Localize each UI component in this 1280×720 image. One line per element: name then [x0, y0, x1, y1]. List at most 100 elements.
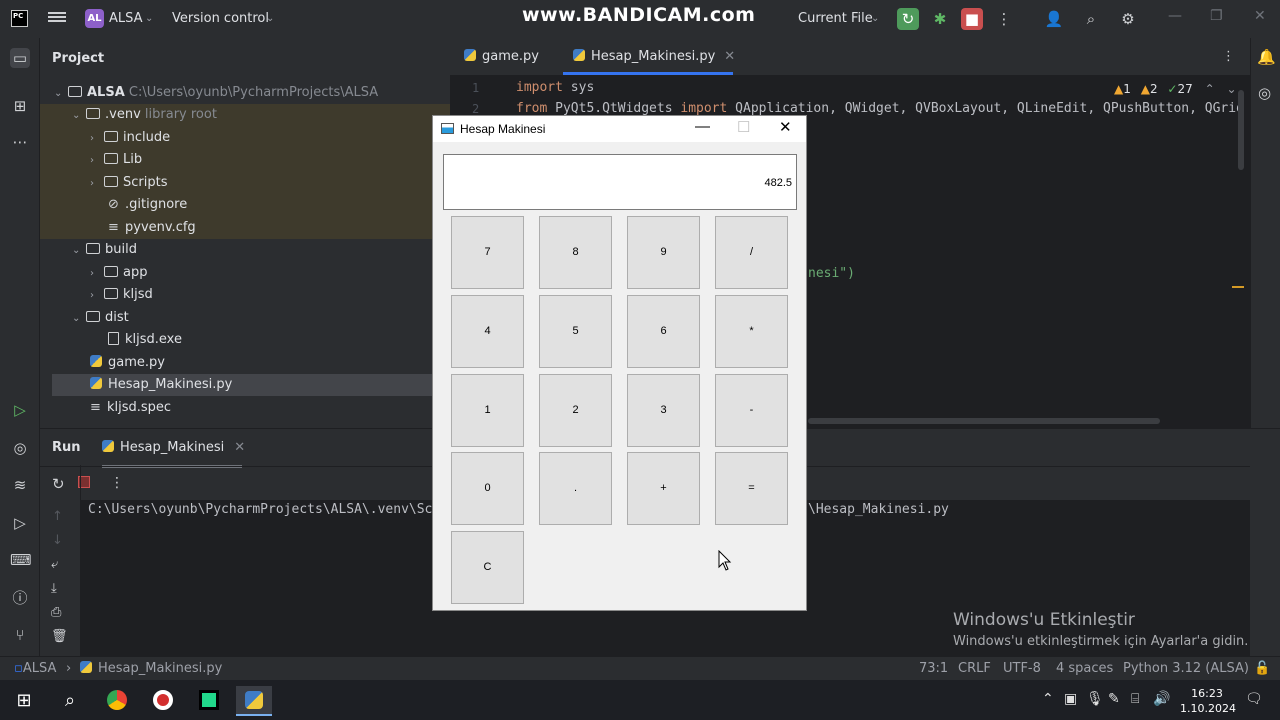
pycharm-taskbar-icon[interactable]: [191, 686, 227, 716]
tree-item[interactable]: › include: [90, 127, 170, 149]
scroll-to-end-icon[interactable]: ⤓: [51, 581, 57, 596]
tree-item[interactable]: ≡ pyvenv.cfg: [108, 217, 196, 239]
microphone-icon[interactable]: 🎙: [1086, 691, 1104, 707]
project-badge[interactable]: AL: [85, 9, 104, 28]
add-user-icon[interactable]: 👤: [1043, 8, 1065, 30]
chevron-up-icon[interactable]: ⌃: [1205, 82, 1215, 96]
project-panel-title[interactable]: Project: [52, 51, 104, 66]
more-icon[interactable]: ⋮: [110, 475, 124, 491]
tab-close-icon[interactable]: ✕: [234, 440, 245, 455]
search-icon[interactable]: ⌕: [1080, 8, 1102, 30]
tree-venv[interactable]: ⌄ .venv library root: [72, 104, 217, 126]
tree-item[interactable]: › app: [90, 262, 147, 284]
tab-game[interactable]: game.py: [464, 49, 539, 64]
stop-icon[interactable]: ■: [961, 8, 983, 30]
terminal-icon[interactable]: ⌨: [10, 550, 32, 570]
tree-root[interactable]: ⌄ ALSA C:\Users\oyunb\PycharmProjects\ALS…: [54, 82, 378, 104]
editor-vertical-scrollbar[interactable]: [1238, 90, 1244, 170]
run-panel-title[interactable]: Run: [52, 440, 81, 455]
structure-icon[interactable]: ⊞: [10, 96, 30, 116]
maximize-icon[interactable]: ☐: [737, 118, 750, 136]
notification-center-icon[interactable]: 🗨: [1245, 691, 1263, 707]
cursor-position[interactable]: 73:1: [919, 661, 948, 676]
file-encoding[interactable]: UTF-8: [1003, 661, 1041, 676]
close-icon[interactable]: ✕: [1254, 8, 1266, 24]
tree-item[interactable]: › kljsd: [90, 284, 153, 306]
button-9[interactable]: 9: [627, 216, 700, 289]
tab-options-icon[interactable]: ⋮: [1222, 49, 1235, 64]
chevron-down-icon[interactable]: ⌄: [871, 13, 879, 24]
layers-icon[interactable]: ≋: [10, 475, 30, 495]
run-tab[interactable]: Hesap_Makinesi ✕: [102, 440, 245, 455]
project-name[interactable]: ALSA: [109, 11, 143, 26]
rerun-icon[interactable]: ↻: [897, 8, 919, 30]
tree-item[interactable]: kljsd.exe: [108, 329, 182, 351]
main-menu-icon[interactable]: [48, 10, 66, 26]
run-output-right[interactable]: \Hesap_Makinesi.py: [808, 502, 949, 517]
trash-icon[interactable]: 🗑: [51, 629, 68, 644]
interpreter-selector[interactable]: Python 3.12 (ALSA): [1123, 661, 1249, 676]
button-divide[interactable]: /: [715, 216, 788, 289]
close-icon[interactable]: ✕: [779, 118, 792, 136]
inspection-widget[interactable]: ▲1 ▲2 ✓27 ⌃ ⌄: [1114, 82, 1237, 96]
code-line-1[interactable]: import sys: [516, 80, 594, 95]
run-output-left[interactable]: C:\Users\oyunb\PycharmProjects\ALSA\.ven…: [88, 502, 448, 517]
notifications-icon[interactable]: 🔔: [1257, 48, 1276, 66]
button-add[interactable]: +: [627, 452, 700, 525]
rerun-icon[interactable]: ↻: [52, 475, 65, 493]
minimize-icon[interactable]: —: [695, 118, 710, 135]
search-icon[interactable]: ⌕: [52, 686, 88, 716]
tree-item[interactable]: ≡ kljsd.spec: [90, 397, 171, 419]
print-icon[interactable]: ⎙: [51, 605, 61, 620]
problems-icon[interactable]: ⓘ: [10, 588, 30, 608]
minimize-icon[interactable]: —: [1168, 8, 1182, 24]
settings-gear-icon[interactable]: ⚙: [1117, 8, 1139, 30]
button-multiply[interactable]: *: [715, 295, 788, 368]
button-4[interactable]: 4: [451, 295, 524, 368]
run-config-selector[interactable]: Current File: [798, 11, 873, 26]
tab-hesap-makinesi[interactable]: Hesap_Makinesi.py ✕: [573, 49, 735, 64]
more-tools-icon[interactable]: ⋯: [10, 132, 30, 152]
python-console-icon[interactable]: ◎: [10, 438, 30, 458]
button-6[interactable]: 6: [627, 295, 700, 368]
tree-item[interactable]: ⊘ .gitignore: [108, 194, 187, 216]
volume-icon[interactable]: 🔊: [1153, 691, 1170, 707]
soft-wrap-icon[interactable]: ⤶: [51, 557, 58, 572]
chevron-down-icon[interactable]: ⌄: [266, 13, 274, 24]
calculator-title-bar[interactable]: Hesap Makinesi — ☐ ✕: [433, 116, 806, 142]
button-subtract[interactable]: -: [715, 374, 788, 447]
button-8[interactable]: 8: [539, 216, 612, 289]
code-fragment[interactable]: nesi"): [808, 266, 855, 281]
button-3[interactable]: 3: [627, 374, 700, 447]
tree-item[interactable]: ⌄ dist: [72, 307, 129, 329]
network-icon[interactable]: ⌸: [1131, 691, 1139, 707]
button-2[interactable]: 2: [539, 374, 612, 447]
breadcrumb-file[interactable]: Hesap_Makinesi.py: [80, 661, 222, 676]
services-icon[interactable]: ▷: [10, 513, 30, 533]
tree-item[interactable]: game.py: [90, 352, 165, 374]
chevron-down-icon[interactable]: ⌄: [1226, 82, 1236, 96]
button-7[interactable]: 7: [451, 216, 524, 289]
run-tool-icon[interactable]: ▷: [10, 400, 30, 420]
chrome-icon[interactable]: [99, 686, 135, 716]
windows-start-icon[interactable]: ⊞: [6, 686, 42, 716]
button-equals[interactable]: =: [715, 452, 788, 525]
tray-overflow-icon[interactable]: ⌃: [1042, 691, 1054, 707]
calculator-display[interactable]: 482.5: [443, 154, 797, 210]
button-decimal[interactable]: .: [539, 452, 612, 525]
clock[interactable]: 16:23 1.10.2024: [1180, 686, 1236, 716]
bandicam-icon[interactable]: [145, 686, 181, 716]
breadcrumb-project[interactable]: ▫ALSA: [14, 661, 56, 676]
maximize-icon[interactable]: ❐: [1210, 8, 1223, 24]
python-app-taskbar-icon[interactable]: [236, 686, 272, 716]
pen-icon[interactable]: ✎: [1108, 691, 1120, 707]
project-folder-icon[interactable]: ▭: [10, 48, 30, 68]
more-icon[interactable]: ⋮: [993, 8, 1015, 30]
arrow-up-icon[interactable]: ↑: [52, 509, 63, 524]
tray-app-icon[interactable]: ▣: [1064, 691, 1077, 707]
button-clear[interactable]: C: [451, 531, 524, 604]
chevron-down-icon[interactable]: ⌄: [145, 13, 153, 24]
lock-icon[interactable]: 🔓: [1254, 661, 1270, 676]
editor-horizontal-scrollbar[interactable]: [808, 418, 1160, 424]
tree-item[interactable]: › Lib: [90, 149, 142, 171]
